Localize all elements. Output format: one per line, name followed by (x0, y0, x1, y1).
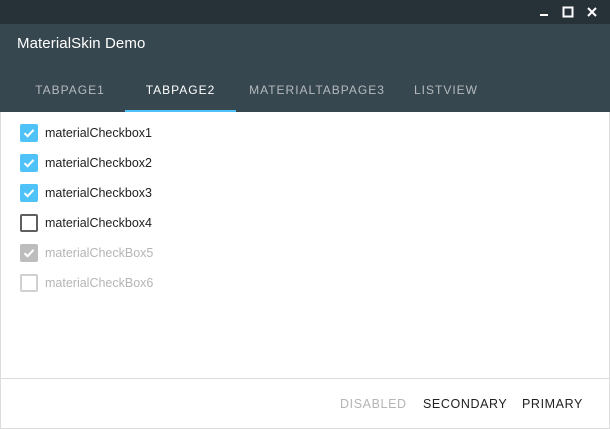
checkbox-box (20, 244, 38, 262)
checkbox-label: materialCheckbox1 (45, 126, 152, 140)
checkbox-label: materialCheckbox2 (45, 156, 152, 170)
tab-tabpage1[interactable]: TABPAGE1 (15, 68, 125, 112)
minimize-icon (540, 14, 548, 16)
checkbox-label: materialCheckbox4 (45, 216, 152, 230)
checkmark-icon (23, 159, 35, 168)
checkbox-box (20, 274, 38, 292)
tab-tabpage2[interactable]: TABPAGE2 (125, 68, 236, 112)
tabpage2-content: materialCheckbox1 materialCheckbox2 mate… (1, 112, 609, 378)
checkbox-6-disabled: materialCheckBox6 (20, 273, 153, 293)
checkbox-3[interactable]: materialCheckbox3 (20, 183, 152, 203)
checkbox-1[interactable]: materialCheckbox1 (20, 123, 152, 143)
button-footer: DISABLED SECONDARY PRIMARY (0, 379, 610, 429)
checkbox-2[interactable]: materialCheckbox2 (20, 153, 152, 173)
checkbox-label: materialCheckbox3 (45, 186, 152, 200)
checkmark-icon (23, 129, 35, 138)
tab-label: TABPAGE1 (35, 83, 105, 97)
checkbox-5-disabled: materialCheckBox5 (20, 243, 153, 263)
tab-bar: TABPAGE1 TABPAGE2 MATERIALTABPAGE3 LISTV… (15, 68, 494, 112)
minimize-button[interactable] (536, 4, 552, 20)
checkmark-icon (23, 249, 35, 258)
checkbox-box[interactable] (20, 214, 38, 232)
tab-materialtabpage3[interactable]: MATERIALTABPAGE3 (236, 68, 398, 112)
tab-listview[interactable]: LISTVIEW (398, 68, 494, 112)
checkbox-label: materialCheckBox6 (45, 276, 154, 290)
close-icon (587, 7, 597, 17)
tab-label: MATERIALTABPAGE3 (249, 83, 385, 97)
checkbox-4[interactable]: materialCheckbox4 (20, 213, 152, 233)
checkbox-label: materialCheckBox5 (45, 246, 154, 260)
checkbox-box[interactable] (20, 184, 38, 202)
tab-label: LISTVIEW (413, 83, 478, 97)
maximize-button[interactable] (560, 4, 576, 20)
close-button[interactable] (584, 4, 600, 20)
window-titlebar (0, 0, 610, 24)
app-title: MaterialSkin Demo (17, 35, 146, 52)
checkbox-box[interactable] (20, 124, 38, 142)
main-window: MaterialSkin Demo TABPAGE1 TABPAGE2 MATE… (0, 0, 610, 429)
app-bar: MaterialSkin Demo TABPAGE1 TABPAGE2 MATE… (0, 24, 610, 112)
primary-button[interactable]: PRIMARY (522, 379, 583, 429)
maximize-icon (562, 6, 574, 18)
window-controls (536, 0, 600, 24)
disabled-button: DISABLED (340, 397, 407, 411)
checkmark-icon (23, 189, 35, 198)
tab-label: TABPAGE2 (145, 83, 216, 97)
secondary-button[interactable]: SECONDARY (423, 379, 507, 429)
checkbox-box[interactable] (20, 154, 38, 172)
